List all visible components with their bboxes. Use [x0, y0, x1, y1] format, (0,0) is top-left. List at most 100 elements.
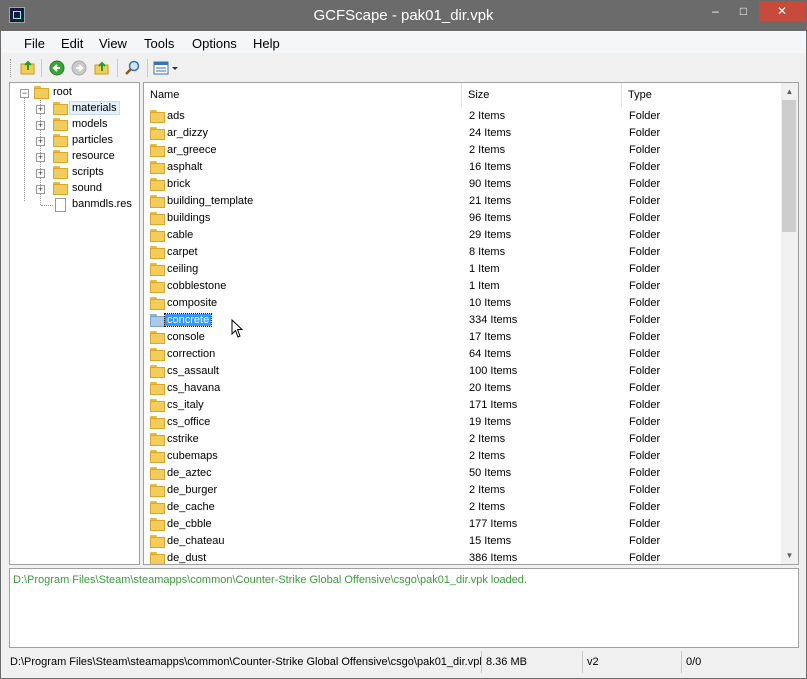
forward-icon[interactable] [71, 60, 87, 76]
row-name: ar_dizzy [167, 127, 208, 139]
toolbar-grip[interactable] [10, 59, 14, 77]
close-button[interactable]: ✕ [759, 1, 805, 21]
scroll-up-icon[interactable]: ▲ [781, 83, 798, 100]
tree-item-materials[interactable]: + materials [10, 101, 139, 117]
row-type: Folder [629, 518, 661, 530]
tree-item-models[interactable]: + models [10, 117, 139, 133]
table-row[interactable]: cs_havana 20 Items Folder [144, 380, 781, 397]
table-row[interactable]: ads 2 Items Folder [144, 108, 781, 125]
row-type: Folder [629, 280, 661, 292]
folder-icon [150, 399, 166, 412]
tree-label: materials [69, 101, 120, 115]
tree-label: sound [72, 182, 102, 194]
row-name: cs_assault [167, 365, 219, 377]
column-header-type[interactable]: Type [622, 83, 782, 107]
tree-item-root[interactable]: − root [10, 85, 139, 101]
tree-item-particles[interactable]: + particles [10, 133, 139, 149]
table-row[interactable]: cs_office 19 Items Folder [144, 414, 781, 431]
row-size: 100 Items [469, 365, 518, 377]
folder-icon [150, 450, 166, 463]
row-size: 1 Item [469, 263, 500, 275]
table-row[interactable]: asphalt 16 Items Folder [144, 159, 781, 176]
tree-label: scripts [72, 166, 104, 178]
table-row[interactable]: ar_greece 2 Items Folder [144, 142, 781, 159]
table-row[interactable]: de_burger 2 Items Folder [144, 482, 781, 499]
minimize-button[interactable]: – [702, 1, 729, 21]
table-row[interactable]: composite 10 Items Folder [144, 295, 781, 312]
table-row[interactable]: cable 29 Items Folder [144, 227, 781, 244]
search-icon[interactable] [124, 60, 140, 76]
row-type: Folder [629, 314, 661, 326]
menu-edit[interactable]: Edit [61, 36, 83, 51]
scroll-down-icon[interactable]: ▼ [781, 547, 798, 564]
table-row[interactable]: ceiling 1 Item Folder [144, 261, 781, 278]
expand-icon[interactable]: + [36, 105, 45, 114]
folder-tree[interactable]: − root + materials + models + particles … [9, 82, 140, 565]
table-row[interactable]: correction 64 Items Folder [144, 346, 781, 363]
row-type: Folder [629, 178, 661, 190]
row-name: cobblestone [167, 280, 227, 292]
file-icon [55, 198, 66, 212]
column-header-name[interactable]: Name [144, 83, 462, 107]
folder-icon [150, 331, 166, 344]
expand-icon[interactable]: + [36, 185, 45, 194]
folder-icon [150, 365, 166, 378]
expand-icon[interactable]: + [36, 169, 45, 178]
row-name: ads [167, 110, 185, 122]
toolbar-separator [117, 59, 118, 77]
row-type: Folder [629, 331, 661, 343]
table-row[interactable]: cobblestone 1 Item Folder [144, 278, 781, 295]
table-row[interactable]: cstrike 2 Items Folder [144, 431, 781, 448]
title-bar[interactable]: GCFScape - pak01_dir.vpk – □ ✕ [1, 1, 806, 31]
table-row[interactable]: cs_assault 100 Items Folder [144, 363, 781, 380]
table-row[interactable]: de_aztec 50 Items Folder [144, 465, 781, 482]
table-row[interactable]: carpet 8 Items Folder [144, 244, 781, 261]
tree-item-banmdls[interactable]: banmdls.res [10, 197, 139, 213]
table-row[interactable]: cubemaps 2 Items Folder [144, 448, 781, 465]
back-icon[interactable] [49, 60, 65, 76]
row-size: 386 Items [469, 552, 518, 564]
menu-view[interactable]: View [99, 36, 127, 51]
collapse-icon[interactable]: − [20, 89, 29, 98]
dropdown-arrow-icon[interactable] [171, 60, 179, 76]
scrollbar-thumb[interactable] [782, 100, 796, 232]
expand-icon[interactable]: + [36, 137, 45, 146]
log-pane[interactable]: D:\Program Files\Steam\steamapps\common\… [9, 568, 799, 648]
menu-tools[interactable]: Tools [144, 36, 174, 51]
status-path: D:\Program Files\Steam\steamapps\common\… [7, 651, 482, 673]
row-name: de_burger [167, 484, 218, 496]
row-size: 177 Items [469, 518, 518, 530]
table-row[interactable]: de_cbble 177 Items Folder [144, 516, 781, 533]
column-header-size[interactable]: Size [462, 83, 622, 107]
open-folder-icon[interactable] [20, 60, 36, 76]
tree-item-sound[interactable]: + sound [10, 181, 139, 197]
table-row[interactable]: de_cache 2 Items Folder [144, 499, 781, 516]
menu-options[interactable]: Options [192, 36, 237, 51]
row-type: Folder [629, 484, 661, 496]
row-size: 171 Items [469, 399, 518, 411]
tree-item-resource[interactable]: + resource [10, 149, 139, 165]
expand-icon[interactable]: + [36, 121, 45, 130]
log-line: D:\Program Files\Steam\steamapps\common\… [13, 574, 527, 586]
row-size: 64 Items [469, 348, 512, 360]
table-row[interactable]: ar_dizzy 24 Items Folder [144, 125, 781, 142]
table-row[interactable]: de_chateau 15 Items Folder [144, 533, 781, 550]
tree-item-scripts[interactable]: + scripts [10, 165, 139, 181]
menu-help[interactable]: Help [253, 36, 280, 51]
expand-icon[interactable]: + [36, 153, 45, 162]
folder-icon [53, 102, 69, 115]
view-icon[interactable] [153, 60, 169, 76]
row-size: 2 Items [469, 110, 506, 122]
tree-label: resource [72, 150, 115, 162]
maximize-button[interactable]: □ [730, 1, 757, 21]
table-row[interactable]: cs_italy 171 Items Folder [144, 397, 781, 414]
table-row[interactable]: de_dust 386 Items Folder [144, 550, 781, 564]
up-folder-icon[interactable] [94, 60, 110, 76]
table-row[interactable]: brick 90 Items Folder [144, 176, 781, 193]
row-size: 29 Items [469, 229, 512, 241]
table-row[interactable]: buildings 96 Items Folder [144, 210, 781, 227]
vertical-scrollbar[interactable]: ▲ ▼ [781, 83, 798, 564]
menu-file[interactable]: File [24, 36, 45, 51]
folder-icon [53, 182, 69, 195]
table-row[interactable]: building_template 21 Items Folder [144, 193, 781, 210]
